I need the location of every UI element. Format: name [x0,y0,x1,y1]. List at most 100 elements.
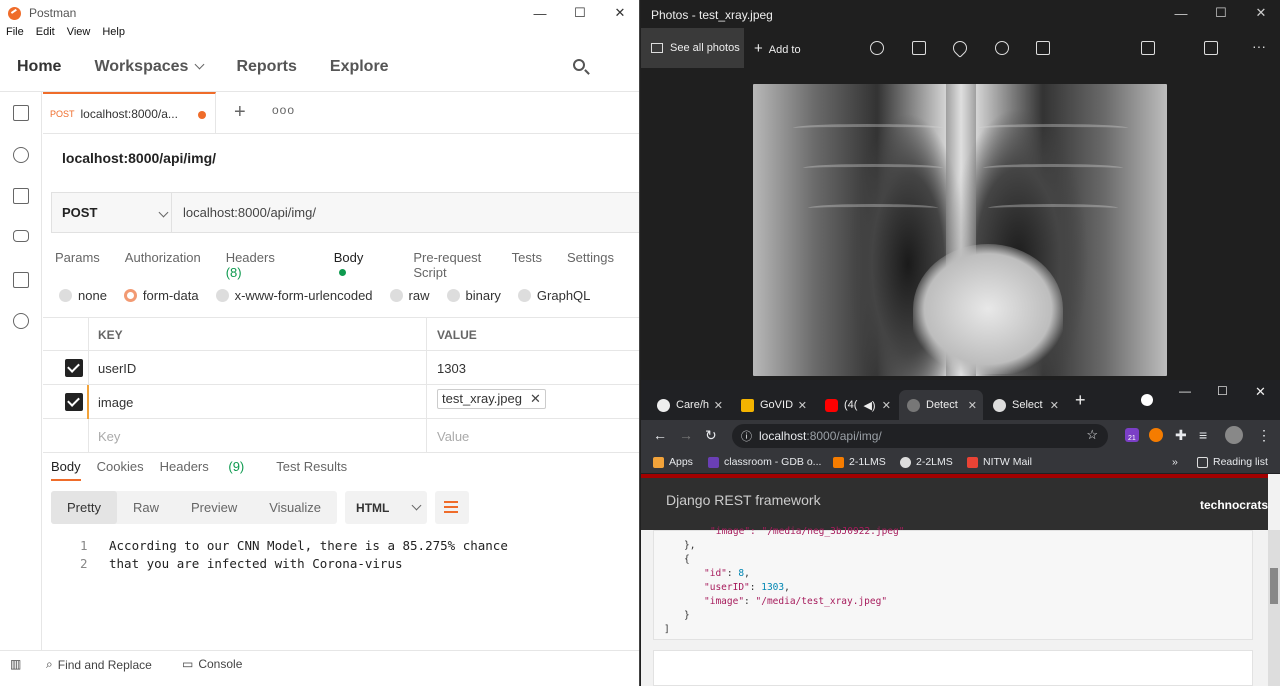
maximize-icon[interactable]: ☐ [1217,384,1228,398]
sidebar-toggle-icon[interactable]: ▥ [10,657,21,671]
format-select[interactable]: HTML [345,491,428,524]
checkbox-checked-icon[interactable] [65,393,83,411]
console-button[interactable]: ▭ Console [182,657,242,671]
history-icon[interactable] [13,313,29,329]
mock-servers-icon[interactable] [13,230,29,242]
browser-tab[interactable]: GoVID ✕ [733,390,813,420]
bookmark-item[interactable]: classroom - GDB o... [708,456,821,468]
radio-graphql[interactable]: GraphQL [517,288,590,303]
favorite-heart-icon[interactable] [950,38,970,58]
view-visualize[interactable]: Visualize [253,491,337,524]
close-icon[interactable]: ✕ [600,0,639,26]
bookmark-apps[interactable]: Apps [653,456,693,468]
reading-list-button[interactable]: Reading list [1197,456,1268,468]
find-replace-button[interactable]: ⌕ Find and Replace [46,657,152,672]
new-tab-plus-icon[interactable]: + [234,101,246,124]
method-select[interactable]: POST [52,193,172,232]
crop-icon[interactable] [1036,41,1050,55]
browser-tab[interactable]: (4(◀) ✕ [817,390,897,420]
resp-tab-test-results[interactable]: Test Results [276,459,347,481]
extension-icon[interactable] [1149,428,1163,442]
forward-icon[interactable]: → [679,427,693,443]
drf-user[interactable]: technocrats [1200,498,1268,512]
tab-prerequest[interactable]: Pre-request Script [413,250,486,280]
nav-explore[interactable]: Explore [330,58,389,76]
scrollbar[interactable] [1268,530,1280,686]
file-chip[interactable]: test_xray.jpeg ✕ [437,388,546,409]
search-icon[interactable] [573,59,585,71]
tab-body[interactable]: Body [334,250,389,280]
checkbox-checked-icon[interactable] [65,359,83,377]
drf-brand[interactable]: Django REST framework [666,492,821,508]
close-tab-icon[interactable]: ✕ [968,399,977,412]
zoom-icon[interactable] [870,41,884,55]
bookmark-item[interactable]: 2-1LMS [833,456,886,468]
back-icon[interactable]: ← [653,427,667,443]
bookmark-star-icon[interactable]: ☆ [1086,427,1098,443]
tab-params[interactable]: Params [55,250,100,280]
close-tab-icon[interactable]: ✕ [1050,399,1059,412]
menu-help[interactable]: Help [102,26,125,42]
profile-menu-icon[interactable] [1141,394,1153,406]
close-tab-icon[interactable]: ✕ [714,399,723,412]
delete-icon[interactable] [912,41,926,55]
menu-view[interactable]: View [67,26,91,42]
avatar[interactable] [1225,426,1243,444]
minimize-icon[interactable]: — [1161,0,1201,26]
close-tab-icon[interactable]: ✕ [798,399,807,412]
remove-file-icon[interactable]: ✕ [530,391,541,407]
minimize-icon[interactable]: — [520,0,560,26]
extension-badge[interactable]: 21 [1125,428,1139,442]
value-cell[interactable]: 1303 [426,351,639,385]
chrome-menu-icon[interactable]: ⋮ [1257,427,1271,444]
rotate-icon[interactable] [995,41,1009,55]
nav-workspaces[interactable]: Workspaces [94,58,205,76]
maximize-icon[interactable]: ☐ [1201,0,1241,26]
value-placeholder[interactable]: Value [426,419,639,453]
browser-tab-active[interactable]: Detect ✕ [899,390,983,420]
tab-headers[interactable]: Headers (8) [226,250,309,280]
nav-home[interactable]: Home [17,58,61,76]
maximize-icon[interactable]: ☐ [560,0,600,26]
address-bar[interactable]: ⓘ localhost:8000/api/img/ ☆ [732,424,1108,448]
extensions-puzzle-icon[interactable]: ✚ [1175,427,1187,444]
radio-binary[interactable]: binary [446,288,501,303]
new-tab-plus-icon[interactable]: + [1075,390,1086,411]
environments-icon[interactable] [13,188,29,204]
view-preview[interactable]: Preview [175,491,253,524]
wrap-lines-icon[interactable] [435,491,470,524]
more-options-icon[interactable]: ooo [272,103,295,117]
resp-tab-headers[interactable]: Headers (9) [160,459,261,481]
share-icon[interactable] [1204,41,1218,55]
tab-authorization[interactable]: Authorization [125,250,201,280]
radio-raw[interactable]: raw [389,288,430,303]
reload-icon[interactable]: ↻ [705,427,717,444]
key-cell[interactable]: userID [98,361,136,376]
edit-icon[interactable] [1141,41,1155,55]
resp-tab-body[interactable]: Body [51,459,81,481]
media-control-icon[interactable]: ≡ [1199,427,1207,443]
more-options-icon[interactable]: ··· [1252,38,1266,54]
key-placeholder[interactable]: Key [98,429,120,444]
radio-urlencoded[interactable]: x-www-form-urlencoded [215,288,373,303]
apis-icon[interactable] [13,147,29,163]
collections-icon[interactable] [13,105,29,121]
monitors-icon[interactable] [13,272,29,288]
nav-reports[interactable]: Reports [236,58,296,76]
resp-tab-cookies[interactable]: Cookies [97,459,144,481]
more-bookmarks-icon[interactable]: » [1172,456,1178,468]
view-raw[interactable]: Raw [117,491,175,524]
view-pretty[interactable]: Pretty [51,491,117,524]
menu-file[interactable]: File [6,26,24,42]
scrollbar-thumb[interactable] [1270,568,1278,604]
close-icon[interactable]: ✕ [1255,384,1266,400]
browser-tab[interactable]: Care/h ✕ [649,390,729,420]
radio-form-data[interactable]: form-data [123,288,199,303]
add-to-button[interactable]: + Add to [754,40,801,57]
bookmark-item[interactable]: NITW Mail [967,456,1032,468]
menu-edit[interactable]: Edit [36,26,55,42]
close-tab-icon[interactable]: ✕ [882,399,891,412]
close-icon[interactable]: ✕ [1241,0,1280,26]
url-input[interactable]: localhost:8000/api/img/ [183,205,316,220]
key-cell[interactable]: image [98,395,133,410]
